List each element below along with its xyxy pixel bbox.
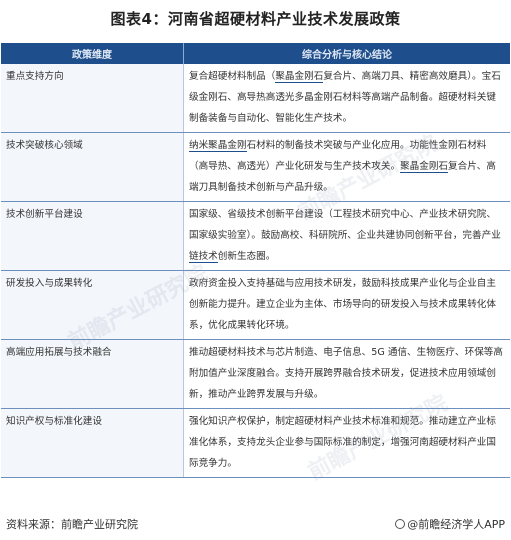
row-analysis: 推动超硬材料技术与芯片制造、电子信息、5G 通信、生物医疗、环保等高附加值产业深… <box>183 339 510 409</box>
dimension-label: 研发投入与成果转化 <box>6 278 93 289</box>
underlined-term: 纳米聚晶金刚 <box>189 140 247 152</box>
table-row: 高端应用拓展与技术融合 推动超硬材料技术与芯片制造、电子信息、5G 通信、生物医疗… <box>1 339 510 409</box>
row-analysis: 强化知识产权保护，制定超硬材料产业技术标准和规范。推动建立产业标准化体系，支持龙… <box>183 408 510 478</box>
row-dimension: 研发投入与成果转化 <box>1 270 184 340</box>
underlined-term: 聚晶金刚石 <box>275 71 324 83</box>
policy-table: 政策维度 综合分析与核心结论 重点支持方向 复合超硬材料制品（聚晶金刚石复合片、高… <box>1 43 510 478</box>
row-dimension: 技术创新平台建设 <box>1 201 184 271</box>
row-dimension: 重点支持方向 <box>1 64 184 133</box>
dimension-label: 知识产权与标准化建设 <box>6 416 102 427</box>
row-analysis: 国家级、省级技术创新平台建设（工程技术研究中心、产业技术研究院、国家级实验室）。… <box>183 201 510 271</box>
source-note: 资料来源：前瞻产业研究院 <box>6 518 138 531</box>
analysis-text: 推动超硬材料技术与芯片制造、电子信息、5G 通信、生物医疗、环保等高附加值产业深… <box>189 347 503 400</box>
table-row: 知识产权与标准化建设 强化知识产权保护，制定超硬材料产业技术标准和规范。推动建立产… <box>1 408 510 478</box>
chart-title: 图表4：河南省超硬材料产业技术发展政策 <box>110 10 401 28</box>
row-analysis: 政府资金投入支持基础与应用技术研发，鼓励科技成果产业化与企业自主创新能力提升。建… <box>183 270 510 340</box>
dimension-label: 高端应用拓展与技术融合 <box>6 347 112 358</box>
table-header-row: 政策维度 综合分析与核心结论 <box>1 43 510 64</box>
table-row: 研发投入与成果转化 政府资金投入支持基础与应用技术研发，鼓励科技成果产业化与企业自… <box>1 270 510 340</box>
row-analysis: 复合超硬材料制品（聚晶金刚石复合片、高端刀具、精密高效磨具）。宝石级金刚石、高导… <box>183 64 510 133</box>
row-analysis: 纳米聚晶金刚石材料的制备技术突破与产业化应用。功能性金刚石材料（高导热、高透光）… <box>183 132 510 202</box>
analysis-text: 复合超硬材料制品（ <box>189 71 276 82</box>
brand-logo-icon <box>395 519 406 529</box>
row-dimension: 高端应用拓展与技术融合 <box>1 339 184 409</box>
row-dimension: 知识产权与标准化建设 <box>1 408 184 478</box>
table-row: 技术创新平台建设 国家级、省级技术创新平台建设（工程技术研究中心、产业技术研究院、… <box>1 201 510 271</box>
header-dimension: 政策维度 <box>1 43 184 64</box>
analysis-text: 国家级、省级技术创新平台建设（工程技术研究中心、产业技术研究院、国家级实验室）。… <box>189 209 501 241</box>
underlined-term: 聚晶金刚石 <box>400 161 449 173</box>
header-analysis: 综合分析与核心结论 <box>183 43 510 64</box>
brand-label: @前瞻经济学人APP <box>395 516 505 532</box>
dimension-label: 重点支持方向 <box>6 71 64 82</box>
table-row: 重点支持方向 复合超硬材料制品（聚晶金刚石复合片、高端刀具、精密高效磨具）。宝石级… <box>1 64 510 133</box>
analysis-text: 政府资金投入支持基础与应用技术研发，鼓励科技成果产业化与企业自主创新能力提升。建… <box>189 278 496 331</box>
dimension-label: 技术突破核心领域 <box>6 140 83 151</box>
analysis-text: 强化知识产权保护，制定超硬材料产业技术标准和规范。推动建立产业标准化体系，支持龙… <box>189 416 496 469</box>
dimension-label: 技术创新平台建设 <box>6 209 83 220</box>
table-row: 技术突破核心领域 纳米聚晶金刚石材料的制备技术突破与产业化应用。功能性金刚石材料（… <box>1 132 510 202</box>
brand-text: @前瞻经济学人APP <box>407 518 505 531</box>
row-dimension: 技术突破核心领域 <box>1 132 184 202</box>
analysis-text: 创新生态圈。 <box>217 251 276 262</box>
underlined-term: 链技术 <box>189 251 218 263</box>
